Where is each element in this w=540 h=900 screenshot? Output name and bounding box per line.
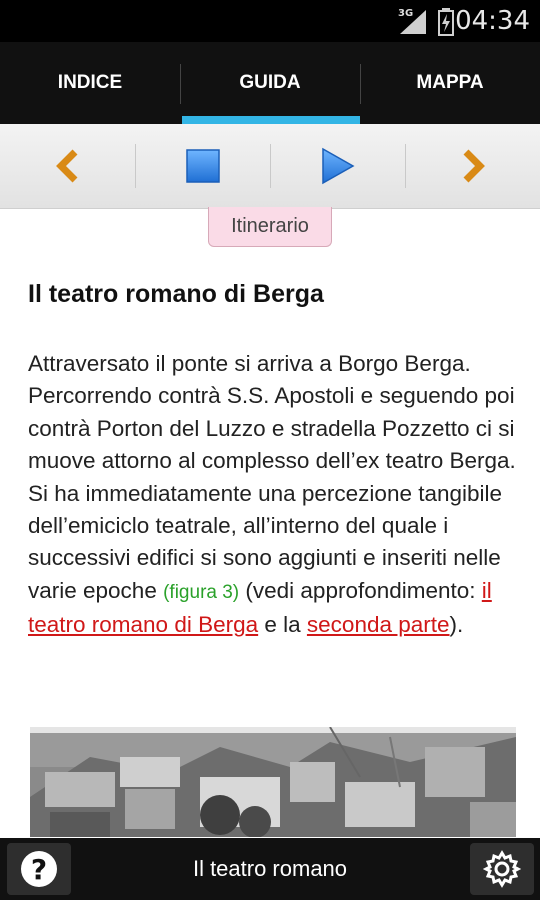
play-button[interactable] (270, 124, 405, 208)
play-icon (321, 147, 355, 185)
article-paragraph: Attraversato il ponte si arriva a Borgo … (28, 348, 518, 642)
bottom-bar: ? Il teatro romano (0, 838, 540, 900)
tab-indice[interactable]: INDICE (0, 42, 180, 124)
article-title: Il teatro romano di Berga (28, 280, 324, 308)
chevron-right-icon (463, 149, 485, 183)
help-icon: ? (21, 851, 57, 887)
paragraph-text: (vedi approfondimento: (239, 577, 482, 603)
itinerary-badge[interactable]: Itinerario (208, 207, 332, 247)
settings-button[interactable] (470, 843, 534, 895)
previous-button[interactable] (0, 124, 135, 208)
tab-guida[interactable]: GUIDA (180, 42, 360, 124)
tab-selected-indicator (182, 116, 360, 124)
clock: 04:34 (455, 6, 530, 36)
help-button[interactable]: ? (7, 843, 71, 895)
battery-icon (438, 8, 454, 36)
paragraph-text: Attraversato il ponte si arriva a Borgo … (28, 351, 516, 603)
tab-bar: INDICE GUIDA MAPPA (0, 42, 540, 124)
bottom-title: Il teatro romano (192, 856, 348, 881)
paragraph-text: ). (449, 612, 464, 638)
stop-button[interactable] (135, 124, 270, 208)
city-aerial-photo (30, 727, 516, 837)
seconda-parte-link[interactable]: seconda parte (307, 612, 450, 637)
figure-reference-link[interactable]: (figura 3) (163, 582, 239, 603)
tab-mappa[interactable]: MAPPA (360, 42, 540, 124)
article-photo (30, 727, 516, 837)
stop-icon (185, 149, 220, 183)
gear-icon (483, 850, 521, 888)
audio-toolbar (0, 124, 540, 209)
next-button[interactable] (405, 124, 540, 208)
chevron-left-icon (55, 149, 77, 183)
signal-icon (400, 10, 426, 34)
paragraph-text: e la (258, 612, 307, 638)
status-bar: 3G 04:34 (0, 0, 540, 42)
